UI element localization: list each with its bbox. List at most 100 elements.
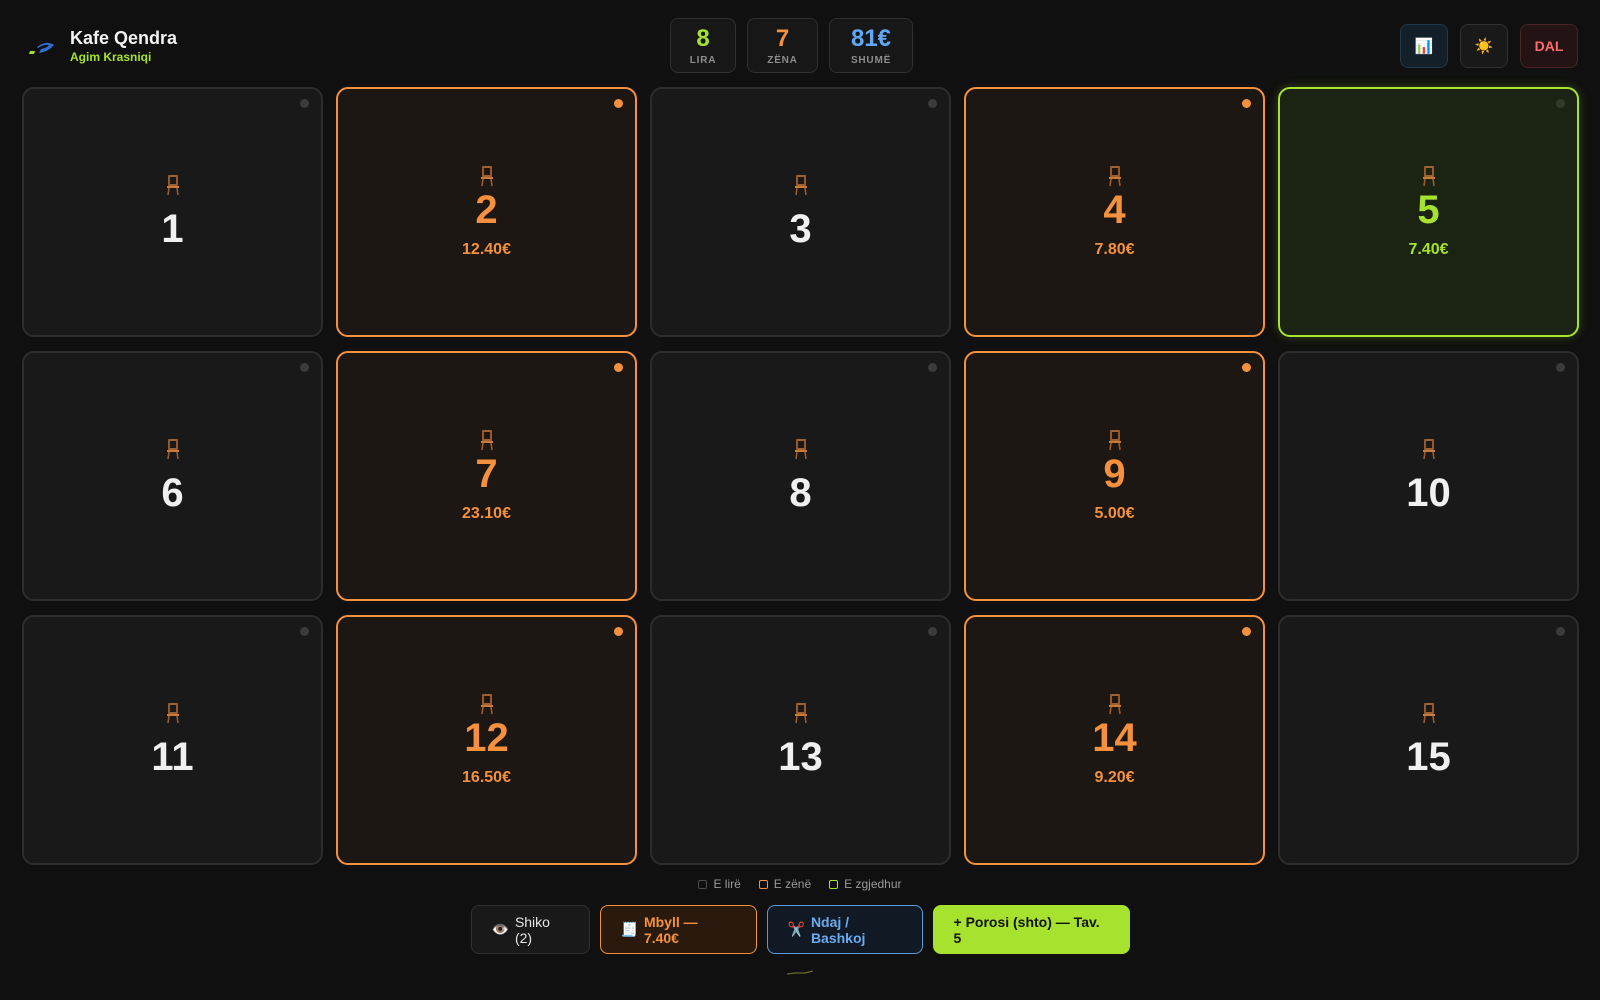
status-dot	[300, 99, 309, 108]
status-dot	[928, 363, 937, 372]
bottom-actions: 👁️ Shiko (2) 🧾 Mbyll — 7.40€ ✂️ Ndaj / B…	[0, 905, 1600, 954]
bar-chart-icon: 📊	[1414, 38, 1434, 55]
chair-icon	[1420, 702, 1438, 724]
status-dot	[1242, 99, 1251, 108]
chair-icon	[478, 693, 496, 715]
chair-icon	[792, 438, 810, 460]
status-dot	[614, 363, 623, 372]
stat-total-label: SHUMË	[850, 54, 892, 66]
table-number: 9	[1103, 452, 1126, 496]
table-tile-6[interactable]: 6	[22, 351, 323, 601]
legend-item-selected: E zgjedhur	[829, 877, 902, 891]
table-number: 5	[1417, 188, 1440, 232]
table-number: 12	[464, 716, 509, 760]
table-tile-9[interactable]: 9 5.00€	[964, 351, 1265, 601]
status-dot	[614, 627, 623, 636]
scissors-icon: ✂️	[787, 921, 805, 937]
legend-swatch-occupied	[758, 879, 768, 889]
legend-swatch-selected	[829, 879, 839, 889]
table-number: 14	[1092, 716, 1137, 760]
statistics-button[interactable]: 📊	[1400, 24, 1448, 68]
table-tile-15[interactable]: 15	[1278, 615, 1579, 865]
stat-total-value: 81€	[850, 24, 892, 52]
table-tile-3[interactable]: 3	[650, 87, 951, 337]
legend-label-free: E lirë	[713, 877, 741, 891]
table-amount: 23.10€	[462, 505, 511, 522]
status-dot	[1556, 99, 1565, 108]
stats-bar: 8 LIRA 7 ZËNA 81€ SHUMË	[670, 18, 913, 73]
chair-icon	[1106, 429, 1124, 451]
stat-occupied-label: ZËNA	[767, 54, 798, 66]
chair-icon	[164, 702, 182, 724]
chair-icon	[1420, 165, 1438, 187]
stat-free-value: 8	[696, 24, 710, 52]
footer-logo-icon	[786, 970, 814, 975]
stat-free-label: LIRA	[689, 54, 717, 66]
brand: Kafe Qendra Agim Krasniqi	[26, 28, 177, 65]
table-number: 8	[789, 471, 812, 515]
chair-icon	[1106, 693, 1124, 715]
waiter-name: Agim Krasniqi	[70, 50, 152, 64]
table-amount: 12.40€	[462, 241, 511, 258]
table-number: 6	[161, 471, 184, 515]
status-dot	[1556, 363, 1565, 372]
status-dot	[1242, 627, 1251, 636]
chair-icon	[1106, 165, 1124, 187]
table-amount: 7.80€	[1094, 241, 1135, 258]
top-bar: Kafe Qendra Agim Krasniqi 8 LIRA 7 ZËNA …	[0, 0, 1600, 84]
table-number: 2	[475, 188, 498, 232]
cafe-name: Kafe Qendra	[70, 28, 178, 48]
table-number: 15	[1406, 735, 1451, 779]
close-bill-button[interactable]: 🧾 Mbyll — 7.40€	[599, 905, 757, 954]
header-actions: 📊 ☀️ DAL	[1400, 24, 1578, 68]
eye-icon: 👁️	[491, 921, 509, 937]
chair-icon	[478, 165, 496, 187]
view-button[interactable]: 👁️ Shiko (2)	[470, 905, 590, 954]
stat-occupied-value: 7	[775, 24, 790, 52]
status-dot	[300, 627, 309, 636]
table-number: 4	[1103, 188, 1126, 232]
chair-icon	[164, 174, 182, 196]
status-dot	[928, 627, 937, 636]
status-dot	[300, 363, 309, 372]
close-bill-label: Mbyll — 7.40€	[643, 913, 698, 946]
table-tile-5[interactable]: 5 7.40€	[1278, 87, 1579, 337]
exit-button[interactable]: DAL	[1520, 24, 1578, 68]
legend-label-occupied: E zënë	[773, 877, 812, 891]
table-tile-10[interactable]: 10	[1278, 351, 1579, 601]
table-amount: 7.40€	[1408, 241, 1449, 258]
status-dot	[614, 99, 623, 108]
split-merge-button[interactable]: ✂️ Ndaj / Bashkoj	[766, 905, 923, 954]
table-tile-7[interactable]: 7 23.10€	[336, 351, 637, 601]
tables-grid: 1 2 12.40€ 3 4 7.80€ 5 7.40€ 6 7 23.10€ 8 9 5.00€ 10 11…	[22, 87, 1579, 865]
table-amount: 5.00€	[1094, 505, 1135, 522]
legend-swatch-free	[698, 879, 708, 889]
table-tile-11[interactable]: 11	[22, 615, 323, 865]
table-amount: 9.20€	[1094, 769, 1135, 786]
table-number: 1	[161, 207, 184, 251]
chair-icon	[164, 438, 182, 460]
split-merge-label: Ndaj / Bashkoj	[810, 913, 866, 946]
sun-icon: ☀️	[1474, 38, 1494, 55]
legend: E lirë E zënë E zgjedhur	[0, 877, 1600, 891]
chair-icon	[1420, 438, 1438, 460]
chair-icon	[792, 702, 810, 724]
add-order-button[interactable]: + Porosi (shto) — Tav. 5	[932, 905, 1130, 954]
legend-item-free: E lirë	[698, 877, 741, 891]
table-number: 10	[1406, 471, 1451, 515]
chair-icon	[478, 429, 496, 451]
status-dot	[928, 99, 937, 108]
table-tile-4[interactable]: 4 7.80€	[964, 87, 1265, 337]
table-tile-14[interactable]: 14 9.20€	[964, 615, 1265, 865]
table-tile-13[interactable]: 13	[650, 615, 951, 865]
table-tile-1[interactable]: 1	[22, 87, 323, 337]
theme-toggle-button[interactable]: ☀️	[1460, 24, 1508, 68]
stat-occupied: 7 ZËNA	[747, 18, 818, 73]
stat-free: 8 LIRA	[670, 18, 736, 73]
status-dot	[1242, 363, 1251, 372]
table-tile-8[interactable]: 8	[650, 351, 951, 601]
table-tile-12[interactable]: 12 16.50€	[336, 615, 637, 865]
table-tile-2[interactable]: 2 12.40€	[336, 87, 637, 337]
table-number: 13	[778, 735, 823, 779]
chair-icon	[792, 174, 810, 196]
